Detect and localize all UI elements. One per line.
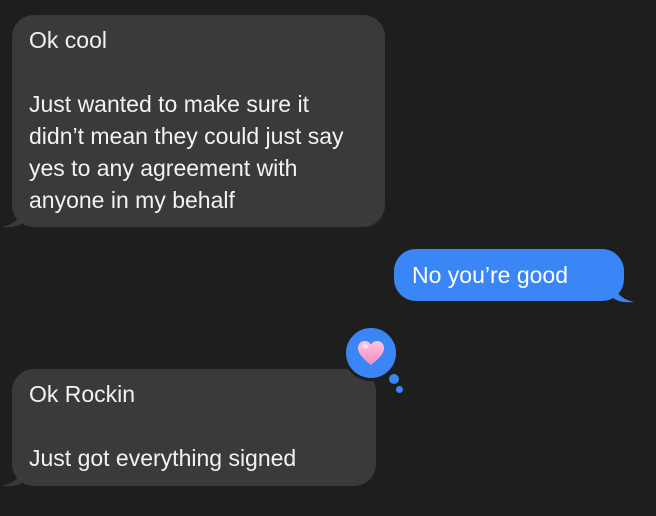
heart-icon xyxy=(358,341,384,365)
bubble-tail-incoming xyxy=(2,465,24,487)
tapback-tail-dot xyxy=(387,372,401,386)
bubble-tail-incoming xyxy=(2,206,24,228)
message-bubble-incoming[interactable]: Ok Rockin Just got everything signed xyxy=(12,369,376,486)
tapback-tail-dot-small xyxy=(396,386,403,393)
message-bubble-outgoing[interactable]: No you’re good xyxy=(394,249,624,301)
bubble-tail-outgoing xyxy=(612,281,634,303)
message-bubble-incoming[interactable]: Ok cool Just wanted to make sure it didn… xyxy=(12,15,385,227)
